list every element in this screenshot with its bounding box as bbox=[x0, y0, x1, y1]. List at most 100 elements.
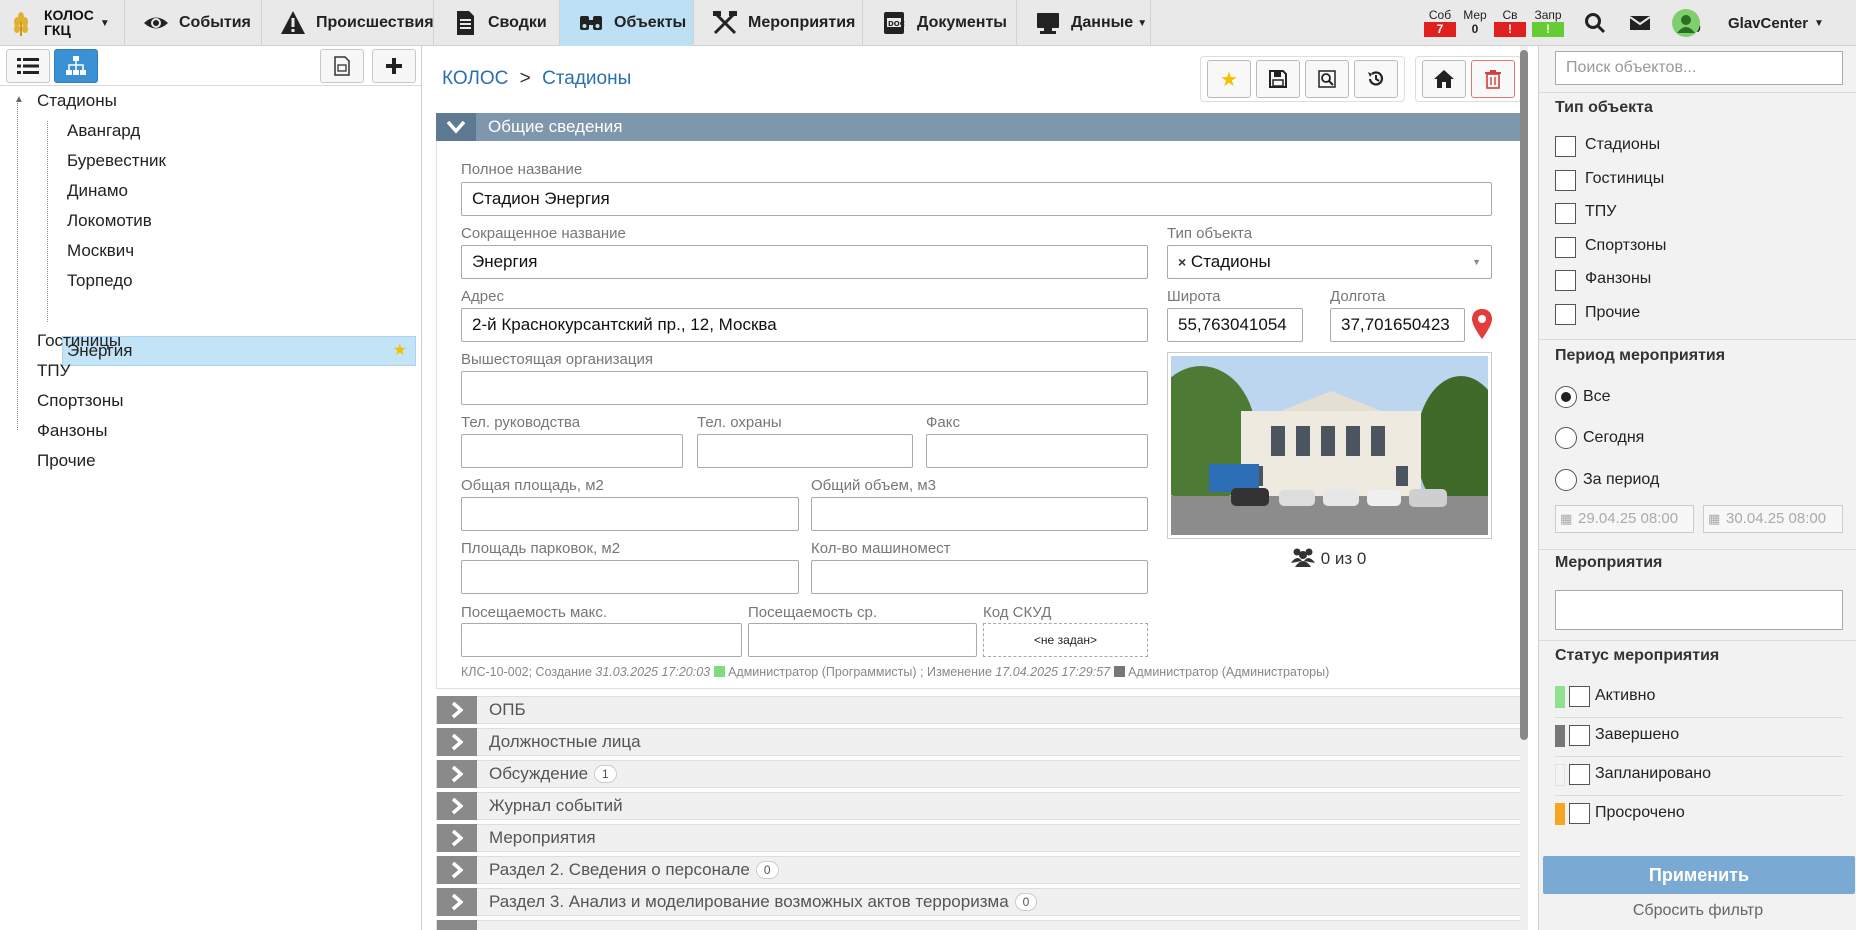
mail-button[interactable] bbox=[1629, 0, 1651, 46]
type-checkbox[interactable] bbox=[1555, 304, 1576, 325]
tree-item[interactable]: Торпедо bbox=[67, 266, 133, 296]
object-type-select[interactable]: × Стадионы ▼ bbox=[1167, 245, 1492, 279]
nav-documents[interactable]: DOC Документы bbox=[862, 0, 1016, 46]
tree-node[interactable]: Прочие bbox=[37, 446, 96, 476]
parking-area-input[interactable] bbox=[461, 560, 799, 594]
export-button[interactable] bbox=[320, 49, 364, 83]
counter-events[interactable]: Соб 7 bbox=[1424, 8, 1456, 37]
status-checkbox[interactable] bbox=[1569, 764, 1590, 785]
preview-button[interactable] bbox=[1305, 60, 1349, 98]
fax-input[interactable] bbox=[926, 434, 1148, 468]
area-input[interactable] bbox=[461, 497, 799, 531]
apply-filter-button[interactable]: Применить bbox=[1543, 856, 1855, 894]
section-opb[interactable]: ОПБ bbox=[436, 696, 1526, 724]
date-from-input[interactable]: ▦ 29.04.25 08:00 bbox=[1555, 505, 1694, 533]
object-type-label: Тип объекта bbox=[1167, 225, 1253, 242]
nav-data[interactable]: Данные ▼ bbox=[1016, 0, 1151, 46]
delete-button[interactable] bbox=[1471, 60, 1515, 98]
counter-activities[interactable]: Мер 0 bbox=[1459, 8, 1491, 37]
skud-code-button[interactable]: <не задан> bbox=[983, 623, 1148, 657]
section-discussion[interactable]: Обсуждение 1 bbox=[436, 760, 1526, 788]
remove-tag-icon[interactable]: × bbox=[1178, 254, 1186, 270]
section-general-header[interactable]: Общие сведения bbox=[436, 113, 1526, 141]
status-checkbox[interactable] bbox=[1569, 725, 1590, 746]
scrollbar-thumb[interactable] bbox=[1520, 50, 1528, 740]
type-checkbox[interactable] bbox=[1555, 237, 1576, 258]
section-officials[interactable]: Должностные лица bbox=[436, 728, 1526, 756]
map-marker-button[interactable] bbox=[1471, 308, 1493, 345]
tree-item[interactable]: Авангард bbox=[67, 116, 140, 146]
date-to-input[interactable]: ▦ 30.04.25 08:00 bbox=[1703, 505, 1843, 533]
tree-node[interactable]: Спортзоны bbox=[37, 386, 123, 416]
nav-objects[interactable]: Объекты bbox=[559, 0, 693, 46]
tree-item[interactable]: Динамо bbox=[67, 176, 128, 206]
breadcrumb-current[interactable]: Стадионы bbox=[542, 68, 631, 89]
status-checkbox[interactable] bbox=[1569, 803, 1590, 824]
tree-item[interactable]: Локомотив bbox=[67, 206, 152, 236]
parking-count-input[interactable] bbox=[811, 560, 1148, 594]
short-name-input[interactable]: Энергия bbox=[461, 245, 1148, 279]
nav-incidents[interactable]: Происшествия bbox=[261, 0, 434, 46]
tree-item[interactable]: Москвич bbox=[67, 236, 134, 266]
period-radio-all[interactable] bbox=[1555, 386, 1577, 408]
type-checkbox[interactable] bbox=[1555, 170, 1576, 191]
object-search-input[interactable]: Поиск объектов... bbox=[1555, 51, 1843, 85]
type-checkbox[interactable] bbox=[1555, 270, 1576, 291]
attendance-avg-input[interactable] bbox=[748, 623, 977, 657]
attendance-max-input[interactable] bbox=[461, 623, 742, 657]
type-checkbox[interactable] bbox=[1555, 136, 1576, 157]
filter-events-title: Мероприятия bbox=[1555, 554, 1663, 571]
add-object-button[interactable] bbox=[372, 49, 416, 83]
status-checkbox[interactable] bbox=[1569, 686, 1590, 707]
address-input[interactable]: 2-й Краснокурсантский пр., 12, Москва bbox=[461, 308, 1148, 342]
star-icon[interactable]: ★ bbox=[393, 337, 407, 365]
tel-head-input[interactable] bbox=[461, 434, 683, 468]
changer-color-swatch bbox=[1113, 666, 1125, 677]
tree-view-button[interactable] bbox=[54, 49, 98, 83]
favorite-button[interactable]: ★ bbox=[1207, 60, 1251, 98]
section-activities[interactable]: Мероприятия bbox=[436, 824, 1526, 852]
home-icon bbox=[1434, 70, 1454, 88]
tel-guard-input[interactable] bbox=[697, 434, 913, 468]
tree-item[interactable]: Буревестник bbox=[67, 146, 166, 176]
list-view-button[interactable] bbox=[6, 49, 50, 83]
section-terrorism-analysis[interactable]: Раздел 3. Анализ и моделирование возможн… bbox=[436, 888, 1526, 916]
object-photo[interactable] bbox=[1146, 352, 1506, 539]
nav-summaries[interactable]: Сводки bbox=[433, 0, 559, 46]
search-button[interactable] bbox=[1584, 0, 1606, 46]
period-radio-range[interactable] bbox=[1555, 469, 1577, 491]
longitude-input[interactable]: 37,701650423 bbox=[1330, 308, 1465, 342]
chevron-right-icon bbox=[437, 888, 477, 916]
reset-filter-link[interactable]: Сбросить фильтр bbox=[1539, 902, 1856, 920]
home-button[interactable] bbox=[1422, 60, 1466, 98]
volume-input[interactable] bbox=[811, 497, 1148, 531]
user-menu[interactable]: GlavCenter ▼ bbox=[1728, 0, 1824, 46]
object-type-tag: Стадионы bbox=[1190, 252, 1271, 271]
app-logo[interactable]: КОЛОС ГКЦ ▼ bbox=[0, 0, 120, 46]
tree-node-stadiums[interactable]: Стадионы bbox=[37, 86, 117, 116]
tree-node[interactable]: Гостиницы bbox=[37, 326, 121, 356]
section-personnel[interactable]: Раздел 2. Сведения о персонале 0 bbox=[436, 856, 1526, 884]
parent-org-input[interactable] bbox=[461, 371, 1148, 405]
tree-node[interactable]: Фанзоны bbox=[37, 416, 107, 446]
chevron-right-icon bbox=[437, 728, 477, 756]
object-tree-panel: ▲ Стадионы Авангард Буревестник Динамо Л… bbox=[0, 46, 422, 930]
type-checkbox[interactable] bbox=[1555, 203, 1576, 224]
counter-messages[interactable]: Св! bbox=[1494, 8, 1526, 37]
main-scrollbar[interactable] bbox=[1520, 46, 1528, 930]
counter-requests[interactable]: Запр! bbox=[1532, 8, 1564, 37]
section-more[interactable] bbox=[436, 920, 1526, 930]
breadcrumb-root[interactable]: КОЛОС bbox=[442, 68, 508, 89]
nav-events[interactable]: События bbox=[124, 0, 261, 46]
section-event-log[interactable]: Журнал событий bbox=[436, 792, 1526, 820]
tree-node[interactable]: ТПУ bbox=[37, 356, 70, 386]
collapse-icon[interactable]: ▲ bbox=[14, 94, 24, 105]
nav-activities[interactable]: Мероприятия bbox=[693, 0, 862, 46]
user-avatar[interactable]: 9 bbox=[1672, 0, 1701, 46]
period-radio-today[interactable] bbox=[1555, 427, 1577, 449]
events-input[interactable] bbox=[1555, 590, 1843, 630]
history-button[interactable] bbox=[1354, 60, 1398, 98]
save-button[interactable] bbox=[1256, 60, 1300, 98]
latitude-input[interactable]: 55,763041054 bbox=[1167, 308, 1303, 342]
full-name-input[interactable]: Стадион Энергия bbox=[461, 182, 1492, 216]
